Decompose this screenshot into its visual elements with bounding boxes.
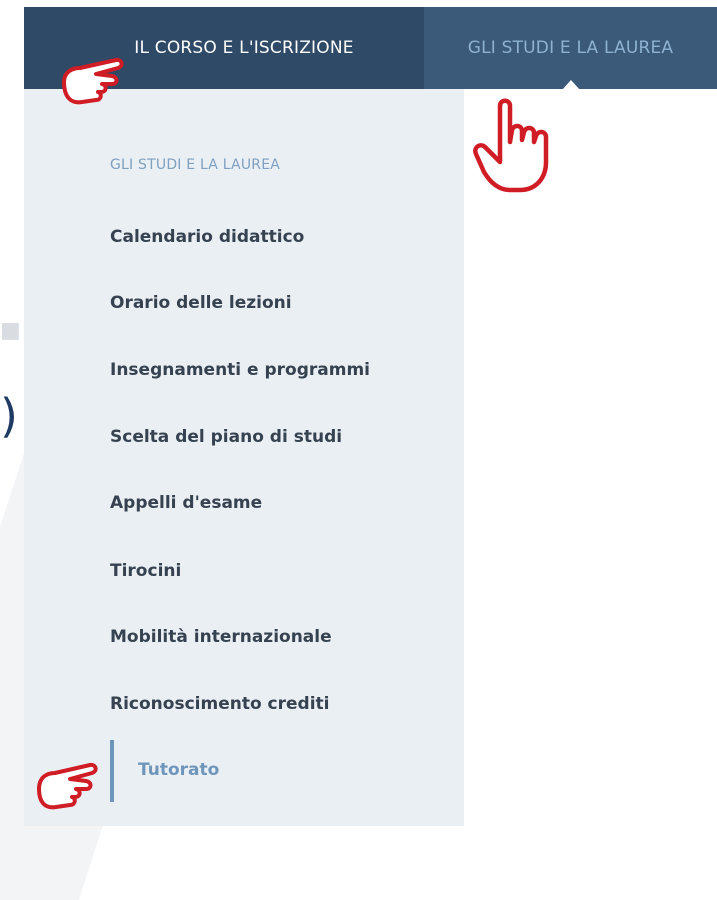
hand-pointing-right-icon xyxy=(37,762,98,810)
menu-item-riconoscimento[interactable]: Riconoscimento crediti xyxy=(110,694,330,714)
tab-label: IL CORSO E L'ISCRIZIONE xyxy=(134,38,354,58)
menu-item-appelli[interactable]: Appelli d'esame xyxy=(110,493,262,513)
menu-item-tirocini[interactable]: Tirocini xyxy=(110,561,181,581)
menu-item-insegnamenti[interactable]: Insegnamenti e programmi xyxy=(110,360,370,380)
menu-item-label: Tutorato xyxy=(138,760,220,780)
menu-item-mobilita[interactable]: Mobilità internazionale xyxy=(110,627,332,647)
tab-studies-degree[interactable]: GLI STUDI E LA LAUREA xyxy=(424,7,717,90)
menu-item-piano-studi[interactable]: Scelta del piano di studi xyxy=(110,427,342,447)
hand-pointing-right-icon xyxy=(62,57,124,105)
background-ghost-text: ■ xyxy=(0,318,21,343)
hand-pointing-up-icon xyxy=(473,98,549,193)
menu-item-tutorato[interactable]: Tutorato xyxy=(110,740,414,802)
tab-label: GLI STUDI E LA LAUREA xyxy=(467,38,674,58)
menu-item-calendario[interactable]: Calendario didattico xyxy=(110,227,304,247)
dropdown-panel: GLI STUDI E LA LAUREA Calendario didatti… xyxy=(24,89,464,826)
panel-section-title: GLI STUDI E LA LAUREA xyxy=(110,157,281,173)
active-tab-caret xyxy=(561,80,580,90)
background-paren: ) xyxy=(0,389,18,443)
menu-item-orario[interactable]: Orario delle lezioni xyxy=(110,293,292,313)
